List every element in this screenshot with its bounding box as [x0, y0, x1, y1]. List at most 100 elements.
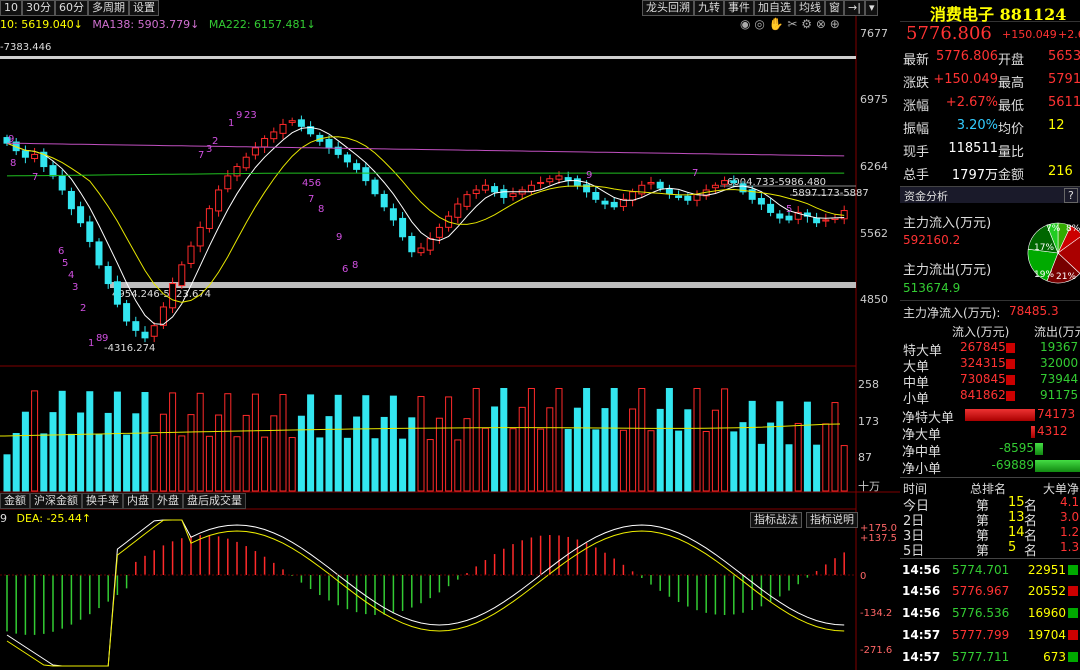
dragon-head-button[interactable]: 龙头回溯 [642, 0, 694, 16]
period-60min-button[interactable]: 60分 [55, 0, 88, 16]
candle-body-24 [224, 175, 232, 190]
quote-row-4: 现手 118511 量比 [900, 138, 1080, 161]
quote-label-1: 涨跌 [903, 76, 930, 91]
gear-icon[interactable]: ⚙ [801, 17, 812, 31]
candle-body-55 [509, 193, 517, 198]
annotation-low_point: -4316.274 [104, 343, 155, 354]
volume-bar-43 [399, 438, 407, 492]
tab-after-hours[interactable]: 盘后成交量 [183, 493, 246, 509]
eye-icon[interactable]: ◉ [740, 17, 750, 31]
volume-bar-52 [481, 427, 489, 492]
dif-line [6, 519, 845, 667]
hand-icon[interactable]: ✋ [769, 17, 784, 31]
volume-bar-22 [205, 435, 213, 492]
collapse-icon[interactable]: →| [844, 0, 865, 16]
volume-bar-10 [95, 434, 103, 492]
top-level-bar [0, 56, 856, 59]
volume-bar-53 [491, 406, 499, 492]
tab-turnover[interactable]: 换手率 [82, 493, 123, 509]
add-icon[interactable]: ⊕ [830, 17, 840, 31]
candle-body-52 [481, 184, 489, 191]
td-label-23: 9 [586, 170, 592, 181]
candle-body-6 [58, 175, 66, 191]
volume-bar-18 [169, 392, 177, 492]
candle-body-85 [785, 215, 793, 221]
window-button[interactable]: 窗 [825, 0, 844, 16]
tick-vol-1: 20552 [1027, 584, 1066, 598]
net-row-1: 净大单 4312 [900, 424, 1080, 443]
rank-suffix-3: 名 [1024, 544, 1038, 559]
candle-body-3 [31, 153, 39, 160]
candle-body-58 [537, 181, 545, 184]
volume-bar-62 [573, 407, 581, 492]
period-toolbar: 10 30分 60分 多周期 设置 [0, 0, 159, 16]
volume-bar-12 [113, 391, 121, 492]
quote-header: 消费电子 881124 [900, 0, 1080, 24]
candle-body-2 [21, 150, 29, 158]
rank-time-3: 5日 [903, 544, 925, 559]
settings-button[interactable]: 设置 [129, 0, 159, 16]
candle-body-57 [527, 184, 535, 192]
flow-header: 流入(万元) 流出(万元) [900, 321, 1080, 339]
tab-outer[interactable]: 外盘 [153, 493, 183, 509]
volume-bar-3 [31, 390, 39, 492]
tab-hs-amount[interactable]: 沪深金额 [30, 493, 82, 509]
tab-inner[interactable]: 内盘 [123, 493, 153, 509]
volume-axis-label-2: 87 [858, 451, 872, 464]
pie-label-1: 8% [1066, 224, 1080, 234]
candle-body-26 [242, 156, 250, 169]
outflow-value: 513674.9 [903, 281, 961, 295]
candle-body-12 [113, 281, 121, 305]
ma-button[interactable]: 均线 [795, 0, 825, 16]
flow-in-bar-2 [1006, 375, 1015, 385]
event-button[interactable]: 事件 [724, 0, 754, 16]
volume-bar-5 [49, 412, 57, 492]
chart-tool-icons: ◉ ◎ ✋ ✂ ⚙ ⊗ ⊕ [740, 17, 840, 31]
candle-body-38 [353, 163, 361, 170]
volume-bar-25 [233, 436, 241, 492]
candle-body-83 [767, 203, 775, 213]
quote-row-2: 涨幅 +2.67% 最低 5611 [900, 92, 1080, 115]
candle-body-22 [205, 208, 213, 229]
last-price: 5776.806 [906, 23, 992, 44]
annotation-top_level: -7383.446 [0, 42, 51, 53]
volume-axis-label-3: 十万 [858, 479, 880, 493]
ma-mid-line [6, 136, 845, 303]
candle-body-54 [500, 189, 508, 198]
tab-amount[interactable]: 金额 [0, 493, 30, 509]
indicator-strategy-button[interactable]: 指标战法 [750, 512, 802, 528]
indicator-help-button[interactable]: 指标说明 [806, 512, 858, 528]
nine-turn-button[interactable]: 九转 [694, 0, 724, 16]
volume-bar-38 [353, 416, 361, 492]
candle-body-84 [776, 213, 784, 219]
tick-time-4: 14:57 [902, 650, 941, 664]
candle-body-79 [730, 180, 738, 183]
period-30min-button[interactable]: 30分 [22, 0, 55, 16]
col-out: 流出(万元) [1034, 325, 1080, 339]
volume-bar-45 [417, 396, 425, 492]
outflow-label: 主力流出(万元) [903, 263, 992, 278]
candle-body-41 [380, 193, 388, 208]
dropdown-icon[interactable]: ▾ [864, 0, 879, 16]
candle-body-31 [288, 120, 296, 123]
period-10-button[interactable]: 10 [0, 0, 22, 16]
volume-bar-40 [371, 438, 379, 492]
main-chart-canvas[interactable]: 7677697562645562485025817387十万+175.0+137… [0, 0, 900, 670]
eye-off-icon[interactable]: ◎ [754, 17, 764, 31]
volume-bar-19 [178, 435, 186, 492]
close-icon[interactable]: ⊗ [816, 17, 826, 31]
pie-label-3: 21% [1056, 272, 1076, 282]
volume-bar-84 [776, 401, 784, 492]
td-label-5: 4 [68, 270, 74, 281]
tick-dir-marker-4 [1068, 652, 1078, 662]
quote-label2-5: 金额 [998, 168, 1025, 183]
add-watchlist-button[interactable]: 加自选 [754, 0, 795, 16]
quote-label-4: 现手 [903, 145, 930, 160]
td-label-16: 23 [244, 110, 257, 121]
scissors-icon[interactable]: ✂ [787, 17, 797, 31]
volume-bar-6 [58, 390, 66, 492]
help-icon[interactable]: ? [1064, 188, 1078, 203]
macd-buttons: 指标战法 指标说明 [750, 512, 858, 528]
multi-period-button[interactable]: 多周期 [88, 0, 129, 16]
volume-bar-29 [270, 415, 278, 492]
